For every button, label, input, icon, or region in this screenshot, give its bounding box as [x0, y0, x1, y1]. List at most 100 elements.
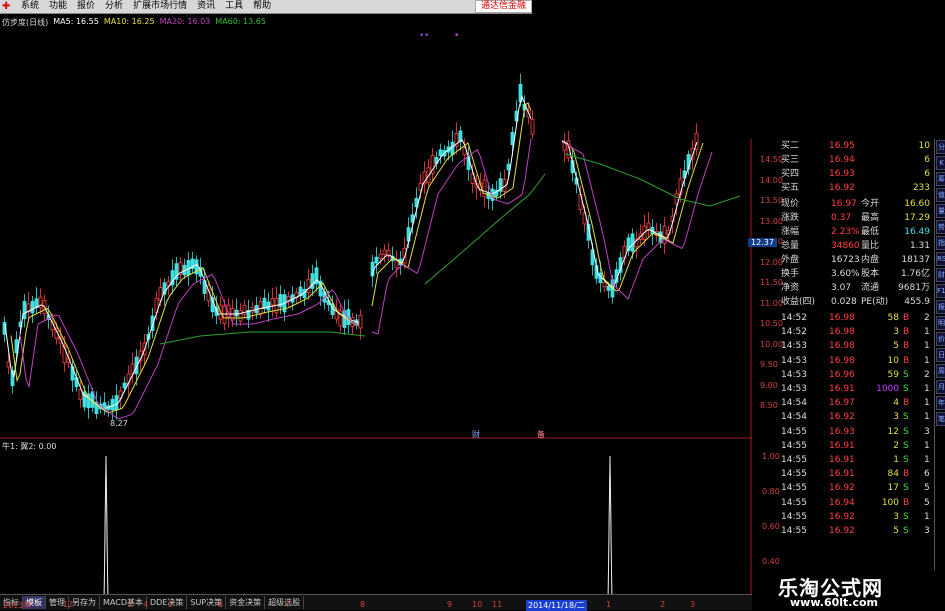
tick-row[interactable]: 14:55 16.92 17 S 5	[779, 481, 934, 495]
tab-macd[interactable]: MACD基本	[100, 596, 147, 609]
tick-time: 14:55	[781, 483, 807, 494]
menu-system[interactable]: 系统	[17, 0, 45, 13]
stat-label-1: 总量	[781, 241, 800, 251]
ma5-line	[371, 94, 532, 275]
tick-time: 14:53	[781, 355, 807, 366]
tick-price: 16.91	[829, 384, 855, 394]
tick-row[interactable]: 14:55 16.92 5 S 3	[779, 524, 934, 538]
tick-direction: B	[903, 398, 910, 409]
tick-row[interactable]: 14:55 16.92 3 S 1	[779, 510, 934, 524]
stat-label-1: 净资	[781, 283, 800, 293]
tick-price: 16.91	[829, 455, 855, 465]
toolbar-button[interactable]: 日	[936, 348, 945, 362]
tick-direction: S	[903, 412, 909, 423]
tick-row[interactable]: 14:53 16.96 59 S 2	[779, 368, 934, 382]
stat-label-2: 今开	[861, 199, 880, 209]
candle-body	[630, 233, 635, 252]
toolbar-button[interactable]: 笔	[936, 412, 945, 426]
tick-row[interactable]: 14:55 16.94 100 B 5	[779, 496, 934, 510]
tick-volume: 58	[887, 313, 899, 323]
toolbar-button[interactable]: 量	[936, 204, 945, 218]
tick-row[interactable]: 14:52 16.98 3 B 1	[779, 325, 934, 339]
menu-tools[interactable]: 工具	[221, 0, 249, 13]
toolbar-button[interactable]: 报	[936, 300, 945, 314]
toolbar-button[interactable]: K	[936, 156, 945, 170]
menu-quote[interactable]: 报价	[73, 0, 101, 13]
stat-value-2: 1.31	[909, 241, 930, 251]
tick-count: 1	[924, 511, 930, 522]
tick-row[interactable]: 14:55 16.91 1 S 1	[779, 453, 934, 467]
order-book-row[interactable]: 买二 16.95 10	[779, 139, 934, 153]
ma60-line	[159, 331, 366, 345]
toolbar-button[interactable]: F10	[936, 284, 945, 298]
tick-time: 14:55	[781, 455, 807, 465]
tick-row[interactable]: 14:54 16.97 4 B 1	[779, 396, 934, 410]
toolbar-button[interactable]: 指	[936, 236, 945, 250]
menu-extended-market[interactable]: 扩展市场行情	[129, 0, 193, 13]
tick-row[interactable]: 14:54 16.92 3 S 1	[779, 410, 934, 424]
stat-label-2: 最高	[861, 213, 880, 223]
toolbar-button[interactable]: 年	[936, 396, 945, 410]
toolbar-button[interactable]: RSI	[936, 252, 945, 266]
stat-value-2: 16.49	[904, 227, 930, 237]
candlestick-svg[interactable]: ▪ ▪ ▪	[0, 14, 752, 439]
tick-row[interactable]: 14:53 16.91 1000 S 1	[779, 382, 934, 396]
indicator-chart[interactable]	[0, 438, 752, 604]
stat-row: 现价 16.97 今开 16.60	[779, 197, 934, 211]
stat-row: 涨幅 2.23% 最低 16.49	[779, 225, 934, 239]
order-book-row[interactable]: 买三 16.94 6	[779, 153, 934, 167]
toolbar-button[interactable]: 值	[936, 188, 945, 202]
price-tick-label: 8.50	[760, 401, 778, 410]
signal-spike-line	[103, 455, 613, 604]
tick-direction: B	[903, 355, 910, 366]
menu-analysis[interactable]: 分析	[101, 0, 129, 13]
tick-count: 1	[924, 327, 930, 338]
toolbar-button[interactable]: 分	[936, 140, 945, 154]
menu-news[interactable]: 资讯	[193, 0, 221, 13]
order-book-row[interactable]: 买五 16.92 233	[779, 181, 934, 195]
menu-help[interactable]: 帮助	[249, 0, 277, 13]
toolbar-button[interactable]: 筹	[936, 172, 945, 186]
tick-volume: 3	[893, 412, 899, 423]
book-price: 16.95	[829, 141, 855, 151]
candle-body	[238, 310, 243, 322]
toolbar-button[interactable]: 势	[936, 220, 945, 234]
stat-row: 涨跌 0.37 最高 17.29	[779, 211, 934, 225]
candle-body	[266, 301, 271, 311]
tick-row[interactable]: 14:55 16.93 12 S 3	[779, 425, 934, 439]
tick-row[interactable]: 14:53 16.98 5 B 1	[779, 339, 934, 353]
tick-row[interactable]: 14:53 16.98 10 B 1	[779, 354, 934, 368]
tick-volume: 5	[893, 341, 899, 352]
x-tick-label: 10	[472, 600, 483, 609]
menu-function[interactable]: 功能	[45, 0, 73, 13]
tab-save-as[interactable]: 另存为	[69, 596, 100, 609]
app-logo-icon: ✚	[2, 1, 11, 12]
candle-body	[486, 192, 491, 199]
tick-row[interactable]: 14:55 16.91 84 B 6	[779, 467, 934, 481]
stat-label-2: 流通	[861, 283, 880, 293]
order-book-row[interactable]: 买四 16.93 6	[779, 167, 934, 181]
tab-capital[interactable]: 资金决策	[226, 596, 266, 609]
tick-direction: B	[903, 469, 910, 480]
brand-badge[interactable]: 通达信金融	[474, 0, 532, 13]
toolbar-button[interactable]: 周	[936, 364, 945, 378]
tick-row[interactable]: 14:55 16.91 2 S 1	[779, 439, 934, 453]
toolbar-button[interactable]: 财	[936, 268, 945, 282]
tick-volume: 59	[887, 369, 899, 380]
toolbar-button[interactable]: 月	[936, 380, 945, 394]
indicator-tick-label: 0.60	[762, 522, 780, 531]
tick-volume: 12	[887, 426, 899, 437]
tick-volume: 17	[887, 483, 899, 494]
toolbar-button[interactable]: 价	[936, 332, 945, 346]
indicator-svg[interactable]	[0, 438, 752, 604]
candlestick-chart[interactable]: ▪ ▪ ▪	[0, 14, 752, 439]
tick-time: 14:55	[781, 469, 807, 480]
book-price: 16.92	[829, 183, 855, 193]
tick-time: 14:52	[781, 327, 807, 338]
tick-direction: S	[903, 426, 909, 437]
watermark-url: www.60lt.com	[790, 596, 879, 609]
book-price: 16.94	[829, 155, 855, 165]
tick-row[interactable]: 14:52 16.98 58 B 2	[779, 311, 934, 325]
toolbar-button[interactable]: 明	[936, 316, 945, 330]
book-volume: 6	[924, 155, 930, 165]
